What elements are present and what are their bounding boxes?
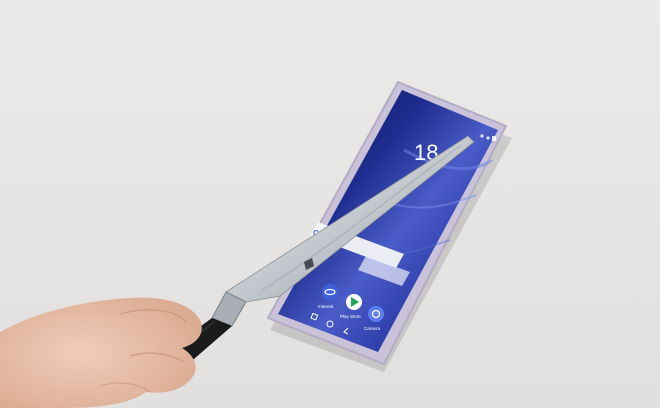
- app-label: Play Store: [340, 314, 361, 319]
- app-label: Camera: [364, 326, 381, 331]
- app-label: Internet: [318, 304, 334, 309]
- camera-icon: [368, 306, 384, 322]
- photo-scene: 18 G Internet Play Store Camera: [0, 0, 660, 408]
